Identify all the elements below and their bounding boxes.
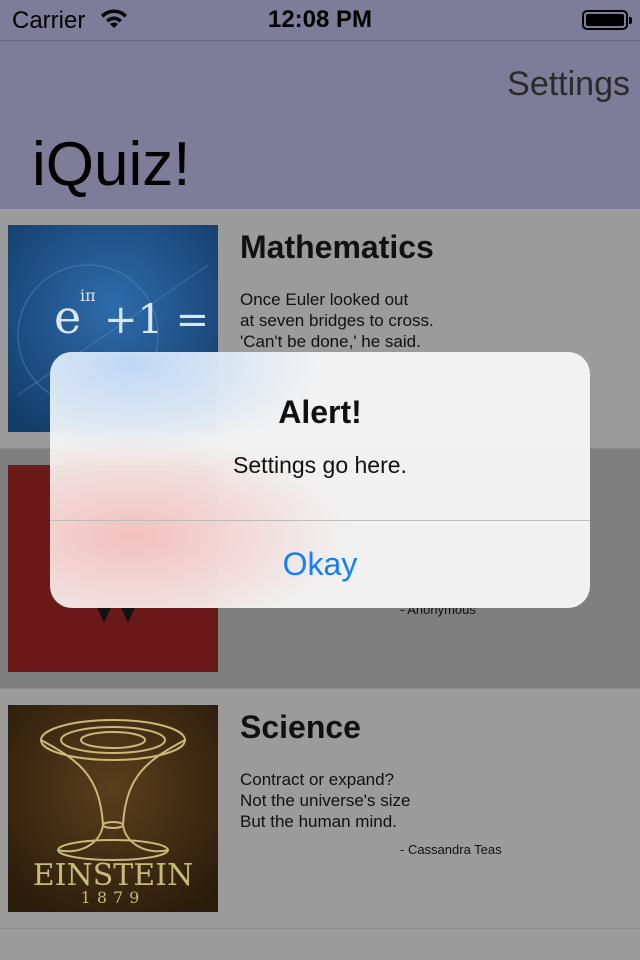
clock-label: 12:08 PM: [267, 6, 373, 33]
page-title: iQuiz!: [32, 130, 191, 199]
quiz-title: Mathematics: [240, 229, 434, 265]
alert-title: Alert!: [278, 394, 362, 430]
svg-text:+1 = 0: +1 = 0: [104, 297, 218, 343]
alert-message: Settings go here.: [233, 452, 407, 478]
quiz-author: - Cassandra Teas: [400, 842, 502, 857]
okay-button[interactable]: Okay: [50, 521, 590, 608]
quiz-description: Contract or expand? Not the universe's s…: [240, 770, 411, 831]
quiz-description: Once Euler looked out at seven bridges t…: [240, 290, 434, 351]
svg-text:e: e: [54, 290, 81, 344]
year-label: 1879: [81, 888, 146, 907]
svg-text:iπ: iπ: [80, 286, 96, 305]
science-thumbnail: EINSTEIN 1879: [8, 705, 218, 912]
quiz-title: Science: [240, 709, 361, 745]
alert-dialog: Alert! Settings go here. Okay: [50, 352, 590, 608]
status-bar: Carrier 12:08 PM: [0, 0, 640, 41]
settings-button[interactable]: Settings: [507, 65, 630, 104]
battery-icon: [582, 10, 632, 30]
quiz-row-science[interactable]: EINSTEIN 1879 Science Contract or expand…: [0, 689, 640, 929]
navigation-bar: Settings iQuiz!: [0, 41, 640, 209]
